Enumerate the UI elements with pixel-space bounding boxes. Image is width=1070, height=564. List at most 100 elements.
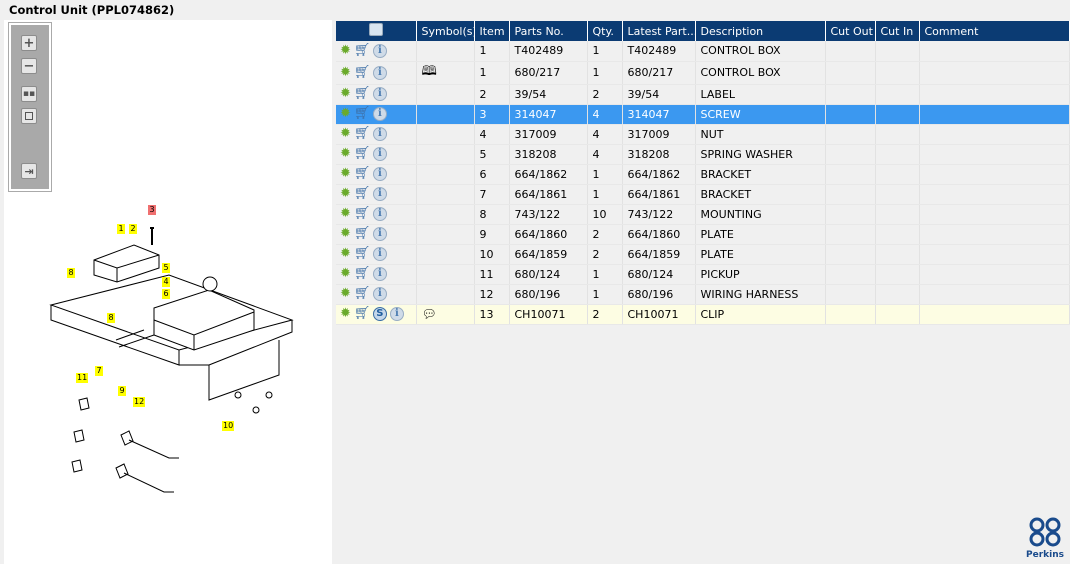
column-header-5[interactable]: Latest Part...: [622, 21, 696, 41]
gear-icon[interactable]: ✹: [340, 127, 351, 141]
info-icon[interactable]: i: [372, 107, 387, 121]
column-header-2[interactable]: Item: [474, 21, 510, 41]
comment-cell: [919, 61, 1070, 85]
gear-icon[interactable]: ✹: [340, 247, 351, 261]
zoom-in-button[interactable]: +: [21, 35, 37, 51]
latest-part-cell: 664/1862: [622, 164, 696, 185]
info-icon[interactable]: i: [372, 287, 387, 301]
gear-icon[interactable]: ✹: [340, 227, 351, 241]
info-icon[interactable]: i: [372, 247, 387, 261]
gear-icon[interactable]: ✹: [340, 167, 351, 181]
gear-icon[interactable]: ✹: [340, 43, 351, 58]
table-row[interactable]: ✹ 🛒︎ i 1 T402489 1 T402489 CONTROL BOX: [336, 41, 1070, 62]
column-header-4[interactable]: Qty.: [587, 21, 623, 41]
cart-icon[interactable]: 🛒︎: [354, 147, 371, 160]
s-badge-icon[interactable]: S: [372, 307, 387, 321]
qty-cell: 10: [587, 204, 623, 225]
gear-icon[interactable]: ✹: [340, 107, 351, 121]
callout-9[interactable]: 9: [118, 386, 126, 396]
gear-icon[interactable]: ✹: [340, 207, 351, 221]
cart-icon[interactable]: 🛒︎: [354, 87, 371, 100]
info-icon[interactable]: i: [389, 307, 404, 321]
cart-icon[interactable]: 🛒︎: [354, 187, 371, 200]
column-header-3[interactable]: Parts No.: [509, 21, 588, 41]
cart-icon[interactable]: 🛒︎: [354, 247, 371, 260]
table-row[interactable]: ✹ 🛒︎ i 11 680/124 1 680/124 PICKUP: [336, 264, 1070, 285]
callout-11[interactable]: 11: [76, 373, 89, 383]
exploded-parts-diagram[interactable]: [4, 200, 332, 530]
export-list-button[interactable]: ⇥: [21, 163, 37, 179]
info-icon[interactable]: i: [372, 43, 387, 58]
callout-8[interactable]: 8: [67, 268, 75, 278]
callout-6[interactable]: 6: [162, 289, 170, 299]
table-row[interactable]: ✹ 🛒︎ i 3 314047 4 314047 SCREW: [336, 104, 1070, 125]
gear-icon[interactable]: ✹: [340, 147, 351, 161]
column-header-6[interactable]: Description: [695, 21, 826, 41]
column-header-search[interactable]: [336, 21, 417, 41]
gear-icon[interactable]: ✹: [340, 87, 351, 101]
qty-cell: 2: [587, 304, 623, 325]
info-icon[interactable]: i: [372, 87, 387, 101]
table-row[interactable]: ✹ 🛒︎ i 6 664/1862 1 664/1862 BRACKET: [336, 164, 1070, 185]
part-no-cell: 680/124: [509, 264, 588, 285]
zoom-out-button[interactable]: −: [21, 58, 37, 74]
cart-icon[interactable]: 🛒︎: [354, 227, 371, 240]
table-row[interactable]: ✹ 🛒︎ i 7 664/1861 1 664/1861 BRACKET: [336, 184, 1070, 205]
cart-icon[interactable]: 🛒︎: [354, 44, 371, 57]
cart-icon[interactable]: 🛒︎: [354, 127, 371, 140]
table-row[interactable]: ✹ 🛒︎ i 10 664/1859 2 664/1859 PLATE: [336, 244, 1070, 265]
table-row[interactable]: ✹ 🛒︎ i 🕮 1 680/217 1 680/217 CONTROL BOX: [336, 61, 1070, 85]
gear-icon[interactable]: ✹: [340, 267, 351, 281]
table-row[interactable]: ✹ 🛒︎ i 8 743/122 10 743/122 MOUNTING: [336, 204, 1070, 225]
symbols-cell: [416, 164, 475, 185]
gear-icon[interactable]: ✹: [340, 65, 351, 80]
info-icon[interactable]: i: [372, 227, 387, 241]
gear-icon[interactable]: ✹: [340, 307, 351, 321]
search-list-icon[interactable]: [368, 23, 383, 36]
exclamation-bubble-icon[interactable]: 💬︎: [422, 307, 437, 321]
cart-icon[interactable]: 🛒︎: [354, 167, 371, 180]
info-icon[interactable]: i: [372, 147, 387, 161]
info-icon[interactable]: i: [372, 187, 387, 201]
cart-icon[interactable]: 🛒︎: [354, 287, 371, 300]
table-row[interactable]: ✹ 🛒︎ Si 💬︎ 13 CH10071 2 CH10071 CLIP: [336, 304, 1070, 325]
info-icon[interactable]: i: [372, 167, 387, 181]
cart-icon[interactable]: 🛒︎: [354, 66, 371, 79]
table-row[interactable]: ✹ 🛒︎ i 4 317009 4 317009 NUT: [336, 124, 1070, 145]
info-icon[interactable]: i: [372, 267, 387, 281]
cut-in-cell: [875, 124, 920, 145]
callout-7[interactable]: 7: [95, 366, 103, 376]
column-header-7[interactable]: Cut Out: [825, 21, 876, 41]
gear-icon[interactable]: ✹: [340, 187, 351, 201]
callout-8b[interactable]: 8: [107, 313, 115, 323]
fit-window-button[interactable]: [21, 108, 37, 124]
callout-3[interactable]: 3: [148, 205, 156, 215]
table-row[interactable]: ✹ 🛒︎ i 5 318208 4 318208 SPRING WASHER: [336, 144, 1070, 165]
callout-5[interactable]: 5: [162, 263, 170, 273]
callout-1[interactable]: 1: [117, 224, 125, 234]
book-icon[interactable]: 🕮: [422, 64, 437, 79]
cart-icon[interactable]: 🛒︎: [354, 267, 371, 280]
callout-10[interactable]: 10: [222, 421, 235, 431]
item-cell: 1: [474, 61, 510, 85]
info-icon[interactable]: i: [372, 127, 387, 141]
column-header-1[interactable]: Symbol(s): [416, 21, 475, 41]
callout-2[interactable]: 2: [129, 224, 137, 234]
column-header-9[interactable]: Comment: [919, 21, 1070, 41]
info-icon[interactable]: i: [372, 65, 387, 80]
cut-in-cell: [875, 144, 920, 165]
row-actions: ✹ 🛒︎ i: [336, 224, 417, 245]
cart-icon[interactable]: 🛒︎: [354, 207, 371, 220]
cart-icon[interactable]: 🛒︎: [354, 107, 371, 120]
callout-4[interactable]: 4: [162, 277, 170, 287]
fit-all-button[interactable]: ▪▪: [21, 86, 37, 102]
callout-12[interactable]: 12: [133, 397, 146, 407]
gear-icon[interactable]: ✹: [340, 287, 351, 301]
table-row[interactable]: ✹ 🛒︎ i 9 664/1860 2 664/1860 PLATE: [336, 224, 1070, 245]
info-icon[interactable]: i: [372, 207, 387, 221]
table-row[interactable]: ✹ 🛒︎ i 2 39/54 2 39/54 LABEL: [336, 84, 1070, 105]
table-row[interactable]: ✹ 🛒︎ i 12 680/196 1 680/196 WIRING HARNESS: [336, 284, 1070, 305]
row-actions: ✹ 🛒︎ i: [336, 184, 417, 205]
cart-icon[interactable]: 🛒︎: [354, 307, 371, 320]
column-header-8[interactable]: Cut In: [875, 21, 920, 41]
